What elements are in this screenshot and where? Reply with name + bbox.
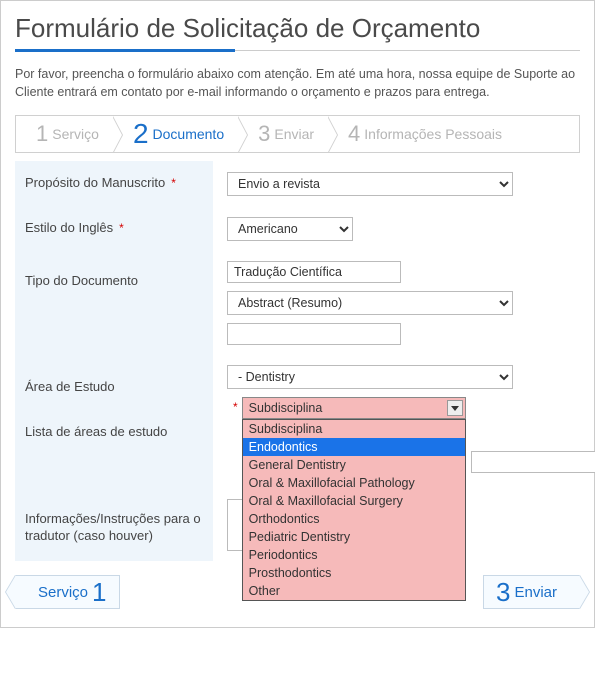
subdiscipline-selected[interactable]: Subdisciplina: [242, 397, 466, 419]
subdiscipline-option[interactable]: Oral & Maxillofacial Surgery: [243, 492, 465, 510]
step-3-enviar[interactable]: 3 Enviar: [238, 116, 328, 152]
label-english-style: Estilo do Inglês*: [15, 206, 213, 251]
step-number: 4: [348, 121, 360, 147]
step-4-info-pessoais[interactable]: 4 Informações Pessoais: [328, 116, 516, 152]
step-label: Informações Pessoais: [364, 126, 502, 142]
nav-number: 1: [92, 577, 106, 608]
study-area-extra-input[interactable]: [471, 451, 595, 473]
step-number: 1: [36, 121, 48, 147]
label-doc-type: Tipo do Documento: [15, 251, 213, 355]
step-number: 3: [258, 121, 270, 147]
step-2-documento[interactable]: 2 Documento: [113, 116, 238, 152]
form-grid: Propósito do Manuscrito* Envio a revista…: [15, 161, 580, 561]
required-marker: *: [171, 176, 176, 192]
subdiscipline-option[interactable]: Prosthodontics: [243, 564, 465, 582]
prev-button[interactable]: Serviço 1: [15, 575, 120, 609]
label-instructions: Informações/Instruções para o tradutor (…: [15, 489, 213, 561]
required-marker: *: [119, 221, 124, 237]
intro-text: Por favor, preencha o formulário abaixo …: [15, 65, 580, 101]
nav-label: Enviar: [514, 584, 557, 601]
subdiscipline-option[interactable]: Endodontics: [243, 438, 465, 456]
purpose-select[interactable]: Envio a revista: [227, 172, 513, 196]
subdiscipline-option-list[interactable]: SubdisciplinaEndodonticsGeneral Dentistr…: [242, 419, 466, 601]
step-tabs: 1 Serviço 2 Documento 3 Enviar 4 Informa…: [15, 115, 580, 153]
subdiscipline-option[interactable]: Pediatric Dentistry: [243, 528, 465, 546]
doc-type-text-input[interactable]: [227, 261, 401, 283]
nav-number: 3: [496, 577, 510, 608]
label-purpose: Propósito do Manuscrito*: [15, 161, 213, 206]
doc-type-select[interactable]: Abstract (Resumo): [227, 291, 513, 315]
required-marker: *: [233, 400, 238, 414]
nav-label: Serviço: [38, 584, 88, 601]
study-area-select[interactable]: - Dentistry: [227, 365, 513, 389]
subdiscipline-dropdown[interactable]: Subdisciplina SubdisciplinaEndodonticsGe…: [242, 397, 466, 419]
step-label: Documento: [153, 126, 225, 142]
subdiscipline-option[interactable]: Periodontics: [243, 546, 465, 564]
subdiscipline-option[interactable]: Oral & Maxillofacial Pathology: [243, 474, 465, 492]
subdiscipline-option[interactable]: Subdisciplina: [243, 420, 465, 438]
label-study-area-list: Lista de áreas de estudo: [25, 424, 167, 441]
subdiscipline-option[interactable]: Orthodontics: [243, 510, 465, 528]
subdiscipline-option[interactable]: General Dentistry: [243, 456, 465, 474]
step-label: Serviço: [52, 126, 99, 142]
step-label: Enviar: [274, 126, 314, 142]
doc-type-extra-input[interactable]: [227, 323, 401, 345]
english-style-select[interactable]: Americano: [227, 217, 353, 241]
label-study-area: Área de Estudo: [25, 379, 115, 396]
chevron-down-icon[interactable]: [447, 400, 463, 416]
subdiscipline-option[interactable]: Other: [243, 582, 465, 600]
title-underline: [15, 50, 580, 51]
step-1-servico[interactable]: 1 Serviço: [16, 116, 113, 152]
next-button[interactable]: 3 Enviar: [483, 575, 580, 609]
page-title: Formulário de Solicitação de Orçamento: [15, 13, 580, 44]
step-number: 2: [133, 118, 149, 150]
